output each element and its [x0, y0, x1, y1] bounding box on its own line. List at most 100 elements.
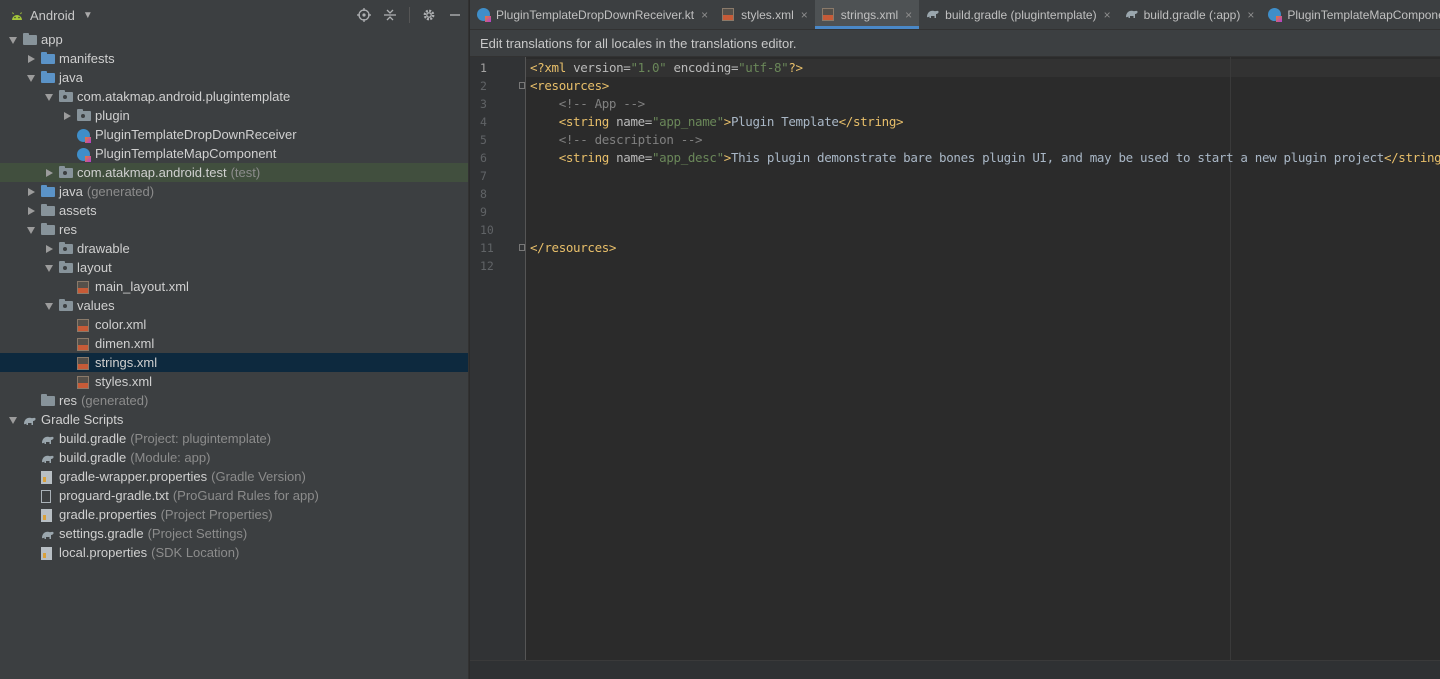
header-divider [409, 7, 410, 23]
tree-item-hint: (Project: plugintemplate) [130, 431, 272, 446]
line-number-gutter[interactable]: 1 2 3 4 5 6 7 8 9 10 11 12 [470, 57, 526, 661]
folder-icon [41, 70, 55, 85]
code-line[interactable]: <string name="app_desc">This plugin demo… [530, 149, 1440, 167]
tree-item-label: build.gradle [59, 450, 127, 465]
expand-arrow-open-icon[interactable] [44, 263, 54, 273]
expand-arrow-open-icon[interactable] [26, 73, 36, 83]
tree-item-pkg-plugintemplate[interactable]: com.atakmap.android.plugintemplate [0, 87, 468, 106]
close-icon[interactable]: × [701, 8, 708, 22]
project-view-selector[interactable]: Android ▼ [10, 8, 93, 23]
tree-item-label: res [59, 222, 78, 237]
tab-dropdown-receiver-kt[interactable]: PluginTemplateDropDownReceiver.kt × [470, 0, 715, 29]
code-line[interactable] [530, 203, 1440, 221]
code-line[interactable]: <string name="app_name">Plugin Template<… [530, 113, 1440, 131]
line-number-text: 1 [480, 61, 487, 75]
code-line[interactable] [530, 185, 1440, 203]
line-number: 2 [470, 77, 525, 95]
tree-item-java-generated[interactable]: java (generated) [0, 182, 468, 201]
tree-item-layout[interactable]: layout [0, 258, 468, 277]
expand-arrow-closed-icon[interactable] [44, 244, 54, 254]
code-token: > [723, 150, 732, 165]
code-token: Plugin Template [730, 114, 839, 129]
tab-build-gradle-app[interactable]: build.gradle (:app) × [1118, 0, 1262, 29]
tree-item-assets[interactable]: assets [0, 201, 468, 220]
code-token: "app_desc" [652, 150, 724, 165]
tree-item-manifests[interactable]: manifests [0, 49, 468, 68]
tree-item-gradle-scripts[interactable]: Gradle Scripts [0, 410, 468, 429]
close-icon[interactable]: × [905, 8, 912, 22]
tree-item-pkg-test[interactable]: com.atakmap.android.test (test) [0, 163, 468, 182]
code-line[interactable] [530, 221, 1440, 239]
tree-item-label: manifests [59, 51, 115, 66]
tree-item-gradle-properties[interactable]: gradle.properties (Project Properties) [0, 505, 468, 524]
tree-item-res-generated[interactable]: res (generated) [0, 391, 468, 410]
tab-strings-xml[interactable]: strings.xml × [814, 0, 920, 29]
tree-item-label: color.xml [95, 317, 147, 332]
tree-item-styles-xml[interactable]: styles.xml [0, 372, 468, 391]
code-line[interactable]: <?xml version="1.0" encoding="utf-8"?> [530, 59, 1440, 77]
tree-item-strings-xml[interactable]: strings.xml [0, 353, 468, 372]
tree-item-dropdown-receiver[interactable]: PluginTemplateDropDownReceiver [0, 125, 468, 144]
code-line[interactable]: <resources> [530, 77, 1440, 95]
tree-item-hint: (generated) [86, 184, 155, 199]
expand-arrow-closed-icon[interactable] [62, 111, 72, 121]
collapse-all-icon[interactable] [383, 8, 397, 22]
tree-item-settings-gradle[interactable]: settings.gradle (Project Settings) [0, 524, 468, 543]
fold-marker-icon[interactable] [519, 82, 525, 89]
fold-marker-icon[interactable] [519, 244, 525, 251]
tree-item-map-component[interactable]: PluginTemplateMapComponent [0, 144, 468, 163]
minimize-icon[interactable] [448, 8, 462, 22]
expand-arrow-open-icon[interactable] [8, 415, 18, 425]
tab-label: strings.xml [840, 7, 899, 22]
gradle-icon [41, 451, 55, 465]
expand-arrow-closed-icon[interactable] [26, 187, 36, 197]
tab-build-gradle-plugintemplate[interactable]: build.gradle (plugintemplate) × [919, 0, 1117, 29]
tree-item-label: app [41, 32, 63, 47]
tree-item-label: drawable [77, 241, 130, 256]
tree-item-java[interactable]: java [0, 68, 468, 87]
expand-arrow-open-icon[interactable] [44, 92, 54, 102]
locate-icon[interactable] [357, 8, 371, 22]
tree-item-hint: (Gradle Version) [211, 469, 306, 484]
tree-item-label: java [59, 184, 83, 199]
gear-icon[interactable] [422, 8, 436, 22]
close-icon[interactable]: × [801, 8, 808, 22]
tree-item-drawable[interactable]: drawable [0, 239, 468, 258]
close-icon[interactable]: × [1247, 8, 1254, 22]
tree-item-build-gradle-project[interactable]: build.gradle (Project: plugintemplate) [0, 429, 468, 448]
tab-styles-xml[interactable]: styles.xml × [715, 0, 815, 29]
expand-arrow-open-icon[interactable] [26, 225, 36, 235]
expand-arrow-closed-icon[interactable] [26, 54, 36, 64]
tree-item-gradle-wrapper[interactable]: gradle-wrapper.properties (Gradle Version… [0, 467, 468, 486]
code-line[interactable]: </resources> [530, 239, 1440, 257]
tree-item-main-layout[interactable]: main_layout.xml [0, 277, 468, 296]
line-number: 3 [470, 95, 525, 113]
expand-arrow-closed-icon[interactable] [44, 168, 54, 178]
code-content[interactable]: <?xml version="1.0" encoding="utf-8"?> <r… [530, 59, 1440, 275]
tree-item-local-properties[interactable]: local.properties (SDK Location) [0, 543, 468, 562]
code-line[interactable] [530, 257, 1440, 275]
tab-map-component-kt[interactable]: PluginTemplateMapComponent.kt [1261, 0, 1440, 29]
close-icon[interactable]: × [1104, 8, 1111, 22]
tree-item-plugin[interactable]: plugin [0, 106, 468, 125]
tree-item-dimen-xml[interactable]: dimen.xml [0, 334, 468, 353]
expand-arrow-open-icon[interactable] [44, 301, 54, 311]
tree-item-proguard[interactable]: proguard-gradle.txt (ProGuard Rules for a… [0, 486, 468, 505]
code-line[interactable] [530, 167, 1440, 185]
tree-item-label: local.properties [59, 545, 148, 560]
tree-item-values[interactable]: values [0, 296, 468, 315]
tree-item-app[interactable]: app [0, 30, 468, 49]
tree-item-build-gradle-module[interactable]: build.gradle (Module: app) [0, 448, 468, 467]
code-line[interactable]: <!-- App --> [530, 95, 1440, 113]
tree-item-label: java [59, 70, 83, 85]
expand-arrow-closed-icon[interactable] [26, 206, 36, 216]
tree-item-label: plugin [95, 108, 130, 123]
code-editor[interactable]: 1 2 3 4 5 6 7 8 9 10 11 12 <?xml version="1.0" enco… [470, 57, 1440, 661]
tree-item-res[interactable]: res [0, 220, 468, 239]
xml-file-icon [722, 7, 736, 22]
code-line[interactable]: <!-- description --> [530, 131, 1440, 149]
tree-item-color-xml[interactable]: color.xml [0, 315, 468, 334]
code-token: <string [558, 114, 617, 129]
line-number-text: 8 [480, 187, 487, 201]
expand-arrow-open-icon[interactable] [8, 35, 18, 45]
